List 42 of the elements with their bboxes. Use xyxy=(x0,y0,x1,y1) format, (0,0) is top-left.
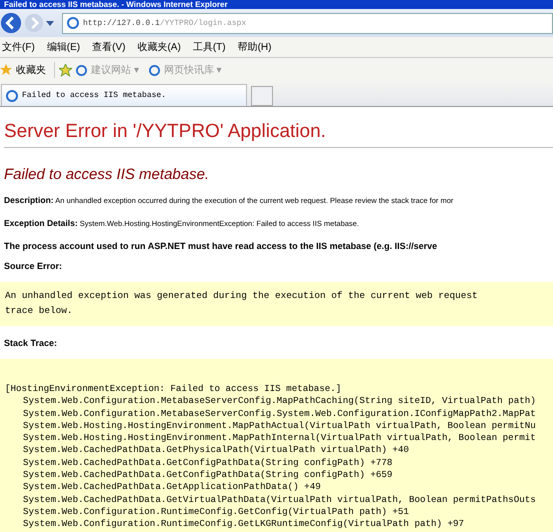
url-host: http://127.0.0.1 xyxy=(83,18,160,28)
back-icon[interactable] xyxy=(0,12,22,34)
menu-item[interactable]: 查看(V) xyxy=(92,40,126,54)
menu-item[interactable]: 帮助(H) xyxy=(238,40,272,54)
stack-trace-line: System.Web.Hosting.HostingEnvironment.MapPathInternal(VirtualPath virtualPath, Boolean permit xyxy=(22,432,537,444)
browser-tab[interactable]: Failed to access IIS metabase. xyxy=(1,84,247,106)
stack-trace-label: Stack Trace: xyxy=(4,338,58,348)
stack-trace-line: System.Web.Configuration.MetabaseServerConfig.System.Web.Configuration.IConfigMapPath2.MapPat xyxy=(22,408,537,420)
error-title: Failed to access IIS metabase. xyxy=(4,166,210,183)
stack-trace-header: [HostingEnvironmentException: Failed to access IIS metabase.] xyxy=(5,383,342,396)
stack-trace-line: System.Web.Hosting.HostingEnvironment.MapPathActual(VirtualPath virtualPath, Boolean permitNu xyxy=(22,420,537,432)
favorites-button[interactable]: 收藏夹 xyxy=(16,63,46,77)
stack-trace-line: System.Web.Configuration.MetabaseServerConfig.MapPathCaching(String siteID, VirtualPath path) xyxy=(22,395,537,408)
stack-trace-line: System.Web.CachedPathData.GetVirtualPathData(VirtualPath virtualPath, Boolean permitPathsOuts xyxy=(22,494,537,506)
menu-item[interactable]: 文件(F) xyxy=(2,40,35,54)
error-heading: Server Error in '/YYTPRO' Application. xyxy=(4,121,327,143)
menu-item[interactable]: 收藏夹(A) xyxy=(137,40,181,54)
address-field[interactable]: http://127.0.0.1/YYTPRO/login.aspx xyxy=(62,12,553,34)
page-icon xyxy=(76,64,87,76)
page-icon xyxy=(67,17,79,29)
process-note: The process account used to run ASP.NET must have read access to the IIS metabase (e.g. IIS://serve xyxy=(4,241,438,251)
stack-trace-line: System.Web.Configuration.RuntimeConfig.GetLKGRuntimeConfig(VirtualPath path) +97 xyxy=(22,518,466,531)
add-favorite-icon[interactable] xyxy=(59,64,72,76)
url-path: /YYTPRO/login.aspx xyxy=(160,18,246,28)
source-error-line: trace below. xyxy=(5,304,74,318)
stack-trace-line: System.Web.CachedPathData.GetPhysicalPath(VirtualPath virtualPath) +40 xyxy=(22,444,410,457)
stack-trace-line: System.Web.CachedPathData.GetConfigPathData(String configPath) +659 xyxy=(22,469,394,482)
star-icon xyxy=(0,64,12,76)
stack-trace-line: System.Web.Configuration.RuntimeConfig.GetConfig(VirtualPath path) +51 xyxy=(22,506,410,518)
menu-item[interactable]: 工具(T) xyxy=(192,40,226,54)
new-tab-button[interactable] xyxy=(251,86,273,106)
dropdown-icon[interactable] xyxy=(46,20,54,26)
window-title: Failed to access IIS metabase. - Windows Internet Explorer xyxy=(3,0,228,9)
stack-trace-line: System.Web.CachedPathData.GetConfigPathData(String configPath) +778 xyxy=(22,456,394,470)
description-label: Description: xyxy=(4,195,54,205)
menu-item[interactable]: 编辑(E) xyxy=(46,40,80,54)
source-error-label: Source Error: xyxy=(4,261,64,271)
page-icon xyxy=(6,90,18,102)
source-error-line: An unhandled exception was generated during the execution of the current web request xyxy=(5,289,479,303)
exception-label: Exception Details: xyxy=(4,218,78,228)
page-icon xyxy=(148,64,160,76)
stack-trace-line: System.Web.CachedPathData.GetApplicationPathData() +49 xyxy=(22,481,322,494)
